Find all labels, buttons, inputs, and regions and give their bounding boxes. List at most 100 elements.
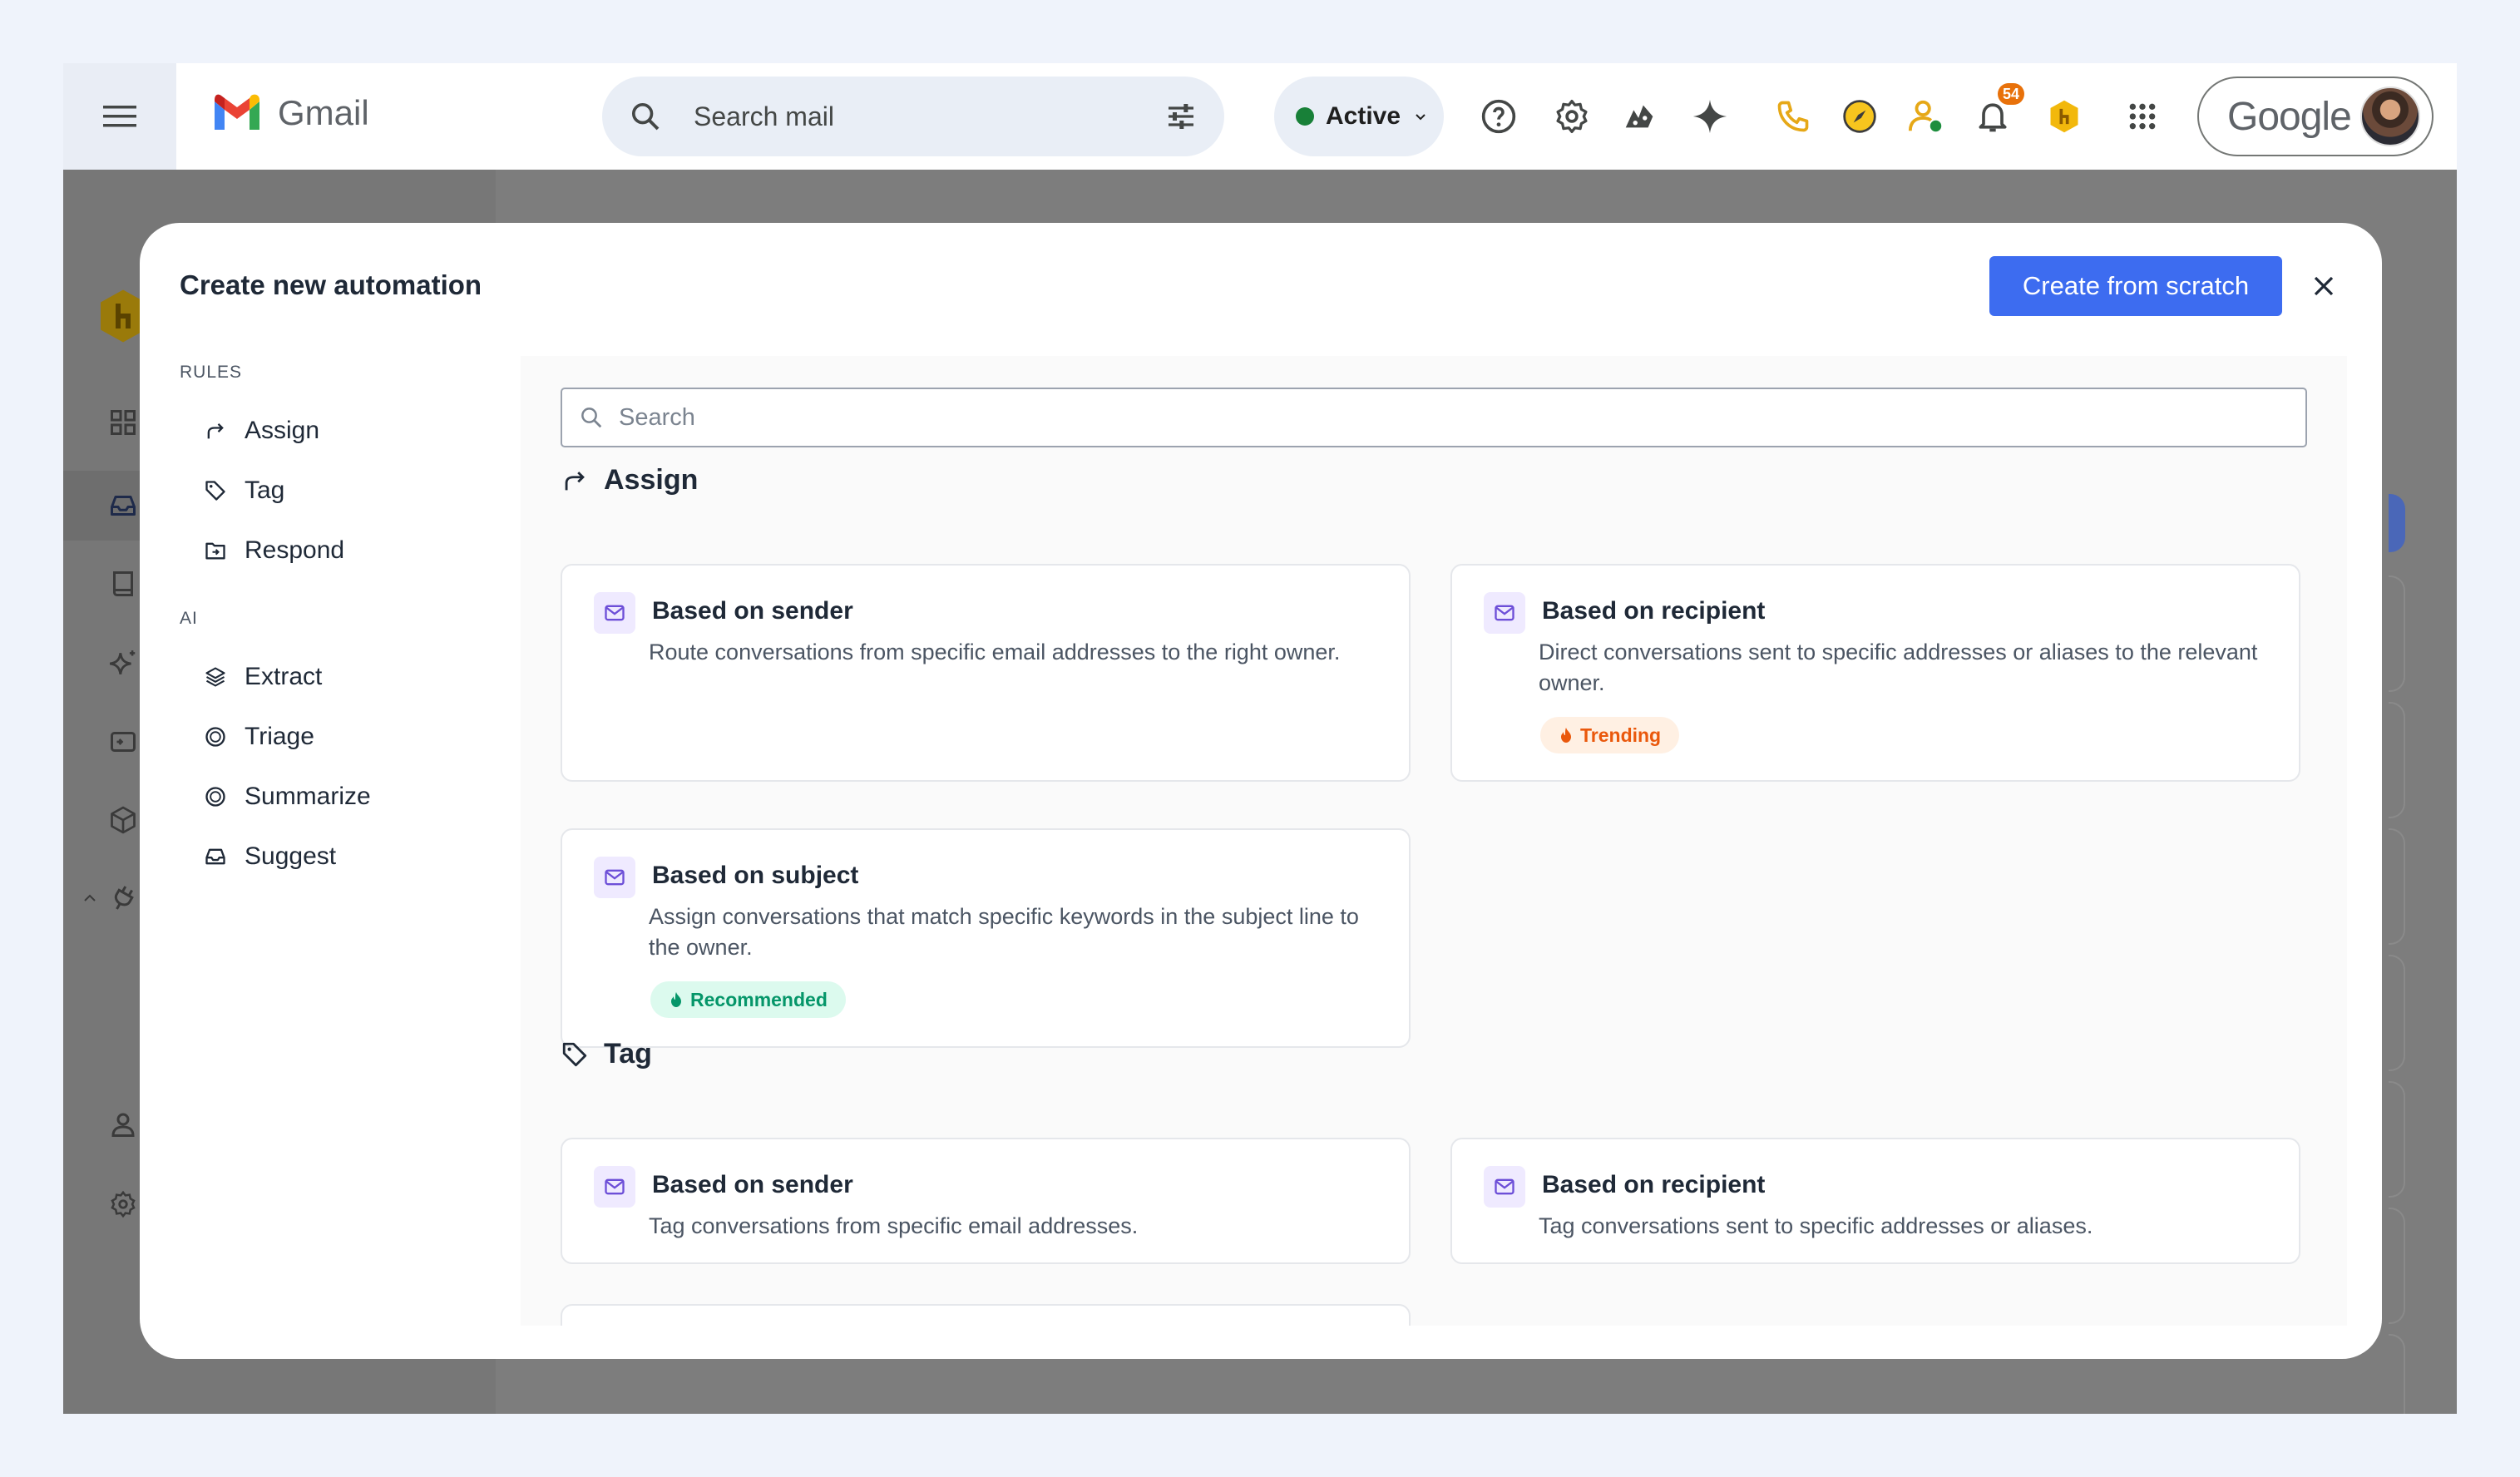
settings-icon[interactable] [103, 1184, 143, 1224]
nav-item-extract[interactable]: Extract [203, 659, 322, 695]
background-card-edge [2389, 955, 2405, 1071]
hamburger-menu-icon [103, 106, 136, 127]
nav-item-summarize[interactable]: Summarize [203, 778, 371, 815]
collapse-chevron-up-icon[interactable] [75, 878, 105, 918]
card-description: Direct conversations sent to specific ad… [1539, 640, 2258, 695]
modal-title: Create new automation [180, 269, 482, 300]
phone-icon[interactable] [1773, 96, 1813, 136]
mail-template-icon [1484, 1166, 1525, 1208]
gmail-logo[interactable]: Gmail [211, 93, 369, 133]
contact-status-icon[interactable] [1906, 96, 1946, 136]
search-icon [632, 102, 660, 131]
nav-item-label: Extract [245, 663, 323, 690]
section-heading-tag: Tag [561, 1038, 652, 1070]
template-card-partial[interactable] [561, 1304, 1411, 1326]
nav-item-label: Summarize [245, 783, 371, 810]
template-search-input[interactable]: Search [561, 388, 2307, 447]
close-modal-button[interactable] [2305, 268, 2342, 304]
respond-icon [203, 538, 228, 563]
template-card-assign-recipient[interactable]: Based on recipient Direct conversations … [1450, 564, 2300, 782]
create-automation-modal: Create new automation Create from scratc… [140, 223, 2382, 1359]
mail-template-icon [594, 857, 635, 898]
main-menu-button[interactable] [63, 63, 176, 170]
help-icon[interactable] [1479, 96, 1519, 136]
mail-template-icon [594, 1166, 635, 1208]
dashboard-icon[interactable] [103, 403, 143, 442]
recommended-badge: Recommended [650, 981, 846, 1018]
section-title: Assign [604, 464, 699, 496]
nav-item-suggest[interactable]: Suggest [203, 838, 336, 875]
mail-template-icon [1484, 592, 1525, 634]
card-title: Based on sender [652, 597, 853, 625]
gmail-m-icon [215, 94, 259, 130]
search-options-icon[interactable] [1164, 100, 1198, 133]
ai-heading: AI [180, 609, 198, 628]
mail-search-placeholder: Search mail [694, 101, 834, 131]
circle-icon [203, 724, 228, 749]
rules-heading: RULES [180, 363, 243, 382]
mail-search-bar[interactable]: Search mail [602, 77, 1224, 156]
background-card-edge [2389, 1208, 2405, 1324]
google-account-label: Google [2227, 94, 2352, 139]
user-profile-icon[interactable] [103, 1104, 143, 1144]
status-dot [1296, 107, 1314, 126]
compass-icon[interactable] [1840, 96, 1880, 136]
circle-icon [203, 784, 228, 809]
package-cube-icon[interactable] [103, 800, 143, 840]
nav-item-respond[interactable]: Respond [203, 532, 344, 569]
gemini-sparkle-icon[interactable] [1690, 96, 1730, 136]
flame-icon [1561, 728, 1571, 743]
close-icon [2314, 276, 2334, 296]
layers-icon [203, 664, 228, 689]
create-from-scratch-button[interactable]: Create from scratch [1989, 256, 2282, 316]
badge-label: Trending [1580, 724, 1662, 746]
card-description: Route conversations from specific email … [649, 640, 1341, 664]
card-description: Assign conversations that match specific… [649, 904, 1359, 960]
search-icon [581, 408, 602, 428]
knowledge-book-icon[interactable] [103, 564, 143, 604]
tag-icon [562, 1042, 587, 1066]
tickets-icon[interactable] [103, 722, 143, 762]
card-title: Based on recipient [1542, 597, 1766, 625]
template-card-tag-sender[interactable]: Based on sender Tag conversations from s… [561, 1138, 1411, 1264]
inbox-icon [103, 486, 143, 526]
template-search-placeholder: Search [619, 403, 695, 431]
badge-label: Recommended [690, 988, 828, 1010]
nav-item-label: Assign [245, 417, 320, 444]
ai-sparkle-icon[interactable] [103, 644, 143, 684]
status-label: Active [1326, 102, 1401, 130]
integrations-plug-icon[interactable] [103, 878, 143, 918]
card-description: Tag conversations sent to specific addre… [1539, 1213, 2093, 1238]
apps-grid-icon[interactable] [2122, 96, 2162, 136]
nav-item-assign[interactable]: Assign [203, 412, 319, 449]
nav-item-label: Respond [245, 536, 345, 564]
card-title: Based on subject [652, 862, 859, 889]
settings-gear-icon[interactable] [1552, 96, 1592, 136]
nav-item-tag[interactable]: Tag [203, 472, 284, 509]
inbox-icon [203, 844, 228, 869]
hiver-extension-icon[interactable] [2044, 96, 2084, 136]
background-card-edge [2389, 1334, 2405, 1414]
gmail-top-bar: Gmail Search mail Active 54 Google [63, 63, 2457, 170]
tag-icon [203, 478, 228, 503]
nav-item-label: Tag [245, 477, 285, 504]
assign-arrow-icon [565, 471, 585, 490]
mail-template-icon [594, 592, 635, 634]
avatar [2360, 86, 2420, 146]
background-card-edge [2389, 1081, 2405, 1198]
nav-item-triage[interactable]: Triage [203, 719, 314, 755]
section-heading-assign: Assign [561, 464, 698, 496]
trending-badge: Trending [1540, 717, 1680, 753]
google-account-button[interactable]: Google [2197, 77, 2434, 156]
extension-icon[interactable] [1620, 96, 1660, 136]
nav-item-label: Triage [245, 723, 314, 750]
automation-templates-panel[interactable]: Search Assign Based on sender Route conv… [521, 356, 2347, 1326]
status-dropdown[interactable]: Active [1274, 77, 1444, 156]
background-card-edge [2389, 828, 2405, 945]
template-card-tag-recipient[interactable]: Based on recipient Tag conversations sen… [1450, 1138, 2300, 1264]
template-card-assign-subject[interactable]: Based on subject Assign conversations th… [561, 828, 1411, 1048]
assign-arrow-icon [203, 418, 228, 443]
template-card-assign-sender[interactable]: Based on sender Route conversations from… [561, 564, 1411, 782]
card-description: Tag conversations from specific email ad… [649, 1213, 1139, 1238]
flame-icon [671, 992, 681, 1007]
